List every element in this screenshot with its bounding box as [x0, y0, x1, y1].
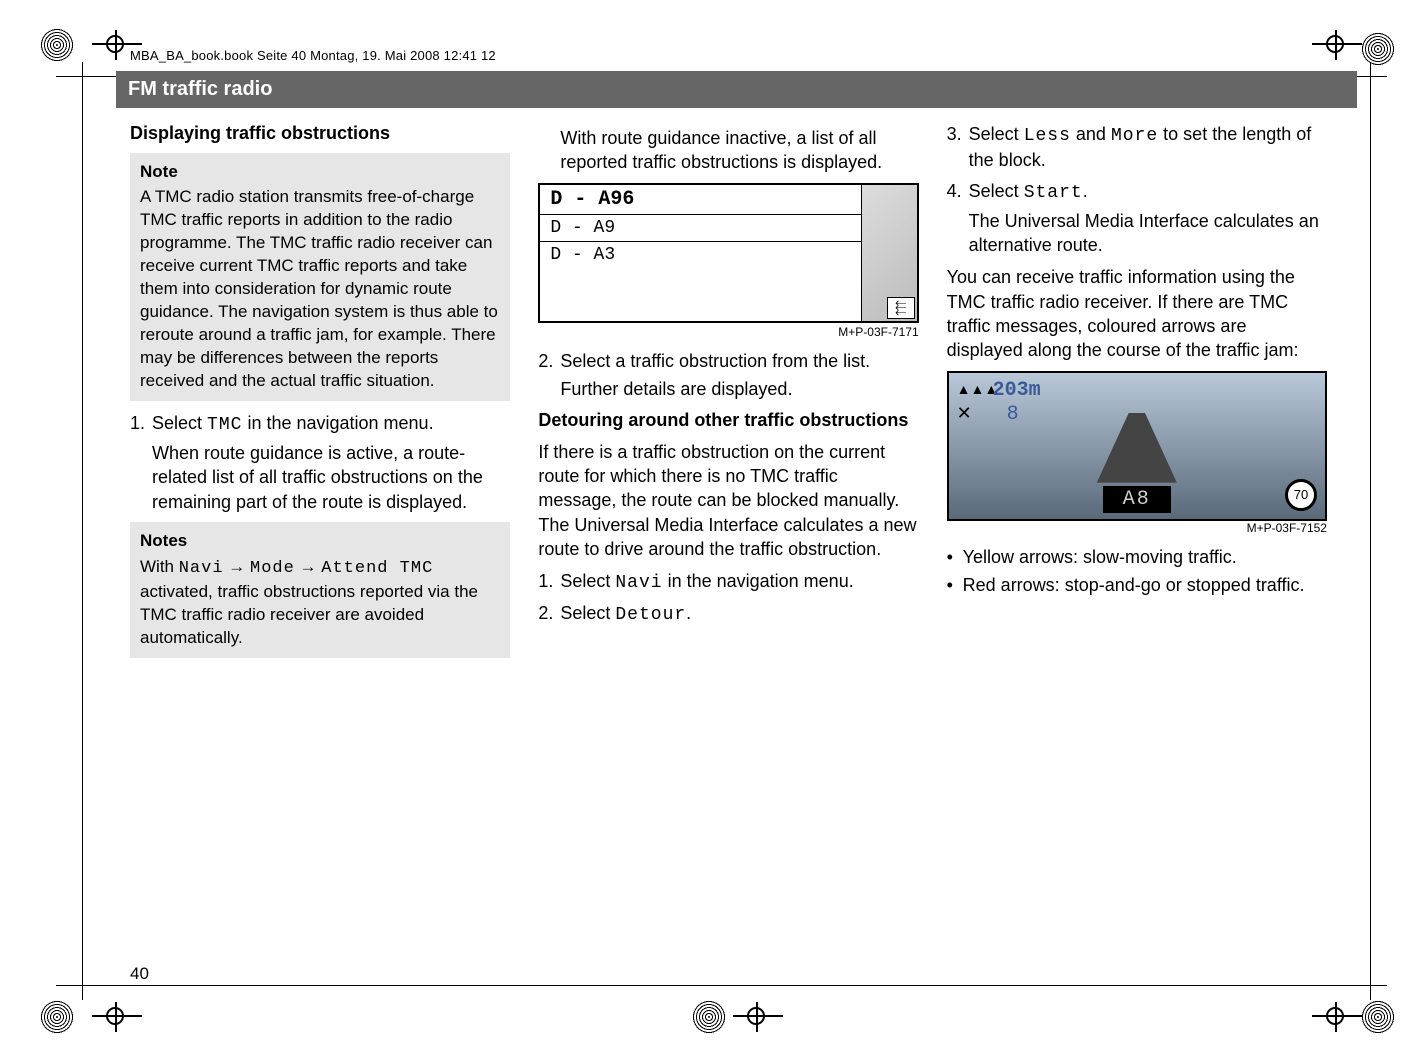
- crop-line: [82, 62, 83, 1000]
- menu-attend-tmc: Attend TMC: [321, 559, 433, 578]
- step-2: Select a traffic obstruction from the li…: [538, 349, 918, 402]
- step-text: Select: [152, 413, 207, 433]
- running-header: MBA_BA_book.book Seite 40 Montag, 19. Ma…: [130, 48, 1327, 63]
- step-text: Select: [969, 124, 1024, 144]
- notes-box: Notes With Navi → Mode → Attend TMC acti…: [130, 522, 510, 658]
- steps-list: Select TMC in the navigation menu. When …: [130, 411, 510, 514]
- detour-step-1: Select Navi in the navigation menu.: [538, 569, 918, 595]
- align-mark: [92, 1002, 142, 1032]
- sat-count: 8: [1007, 403, 1019, 426]
- align-mark: [733, 1002, 783, 1032]
- figure-label: M+P-03F-7171: [538, 325, 918, 339]
- detour-step-4: Select Start. The Universal Media Interf…: [947, 179, 1327, 258]
- bullet-list: Yellow arrows: slow-moving traffic. Red …: [947, 545, 1327, 598]
- menu-mode: Mode: [250, 559, 295, 578]
- menu-tmc: TMC: [207, 415, 242, 435]
- notes-text: activated, traffic obstructions reported…: [140, 582, 478, 647]
- distance-value: 203m: [993, 379, 1041, 402]
- arrow-icon: →: [295, 557, 321, 576]
- note-heading: Note: [140, 161, 500, 184]
- notes-heading: Notes: [140, 530, 500, 553]
- note-box: Note A TMC radio station transmits free-…: [130, 153, 510, 401]
- align-mark: [1312, 1002, 1362, 1032]
- notes-text: With: [140, 557, 179, 576]
- step-sub: Further details are displayed.: [560, 377, 918, 401]
- back-icon: ⬱: [887, 297, 915, 319]
- nav-screenshot: ▲▲▲ 203m ✕ 8 A8 70: [947, 371, 1327, 521]
- menu-less: Less: [1024, 126, 1071, 146]
- step-text: .: [1083, 181, 1088, 201]
- column-2: With route guidance inactive, a list of …: [538, 122, 918, 668]
- steps-list: Select Navi in the navigation menu. Sele…: [538, 569, 918, 628]
- steps-list: Select a traffic obstruction from the li…: [538, 349, 918, 402]
- bullet-yellow: Yellow arrows: slow-moving traffic.: [947, 545, 1327, 569]
- registration-mark: [40, 1000, 74, 1034]
- registration-mark: [692, 1000, 726, 1034]
- step-text: and: [1071, 124, 1111, 144]
- step-sub: When route guidance is active, a route-r…: [152, 441, 510, 514]
- registration-mark: [1361, 1000, 1395, 1034]
- step-text: .: [686, 603, 691, 623]
- menu-navi: Navi: [615, 573, 662, 593]
- menu-start: Start: [1024, 183, 1083, 203]
- list-item: D - A96: [540, 185, 860, 215]
- tmc-list-screenshot: D - A96 D - A9 D - A3 ⬱: [538, 183, 918, 323]
- step-text: Select: [560, 603, 615, 623]
- bullet-red: Red arrows: stop-and-go or stopped traff…: [947, 573, 1327, 597]
- tmc-info-body: You can receive traffic information usin…: [947, 265, 1327, 362]
- list-item: D - A3: [540, 242, 860, 321]
- detour-step-2: Select Detour.: [538, 601, 918, 627]
- menu-detour: Detour: [615, 605, 686, 625]
- page-title-bar: FM traffic radio: [116, 71, 1357, 108]
- note-body: A TMC radio station transmits free-of-ch…: [140, 186, 500, 392]
- registration-mark: [40, 28, 74, 62]
- arrow-icon: →: [224, 557, 250, 576]
- road-label: A8: [1103, 486, 1171, 513]
- intro-text: With route guidance inactive, a list of …: [560, 126, 918, 175]
- columns: Displaying traffic obstructions Note A T…: [130, 122, 1327, 668]
- column-1: Displaying traffic obstructions Note A T…: [130, 122, 510, 668]
- step-text: Select a traffic obstruction from the li…: [560, 351, 870, 371]
- page-number: 40: [130, 964, 149, 984]
- menu-more: More: [1111, 126, 1158, 146]
- satellite-icon: ✕: [957, 403, 972, 424]
- list-item: D - A9: [540, 215, 860, 242]
- step-text: in the navigation menu.: [242, 413, 433, 433]
- menu-navi: Navi: [179, 559, 224, 578]
- page-content: MBA_BA_book.book Seite 40 Montag, 19. Ma…: [130, 48, 1327, 992]
- step-text: in the navigation menu.: [663, 571, 854, 591]
- step-sub: The Universal Media Interface calculates…: [969, 209, 1327, 258]
- notes-body: With Navi → Mode → Attend TMC activated,…: [140, 556, 500, 650]
- crop-line: [1370, 62, 1371, 1000]
- figure-label: M+P-03F-7152: [947, 521, 1327, 535]
- steps-list: Select Less and More to set the length o…: [947, 122, 1327, 257]
- detour-body: If there is a traffic obstruction on the…: [538, 440, 918, 561]
- road-graphic: [1097, 413, 1177, 483]
- registration-mark: [1361, 32, 1395, 66]
- speed-limit-icon: 70: [1285, 479, 1317, 511]
- detour-step-3: Select Less and More to set the length o…: [947, 122, 1327, 173]
- step-text: Select: [969, 181, 1024, 201]
- heading-detouring: Detouring around other traffic obstructi…: [538, 409, 918, 432]
- step-text: Select: [560, 571, 615, 591]
- step-1: Select TMC in the navigation menu. When …: [130, 411, 510, 514]
- heading-displaying-traffic: Displaying traffic obstructions: [130, 122, 510, 145]
- column-3: Select Less and More to set the length o…: [947, 122, 1327, 668]
